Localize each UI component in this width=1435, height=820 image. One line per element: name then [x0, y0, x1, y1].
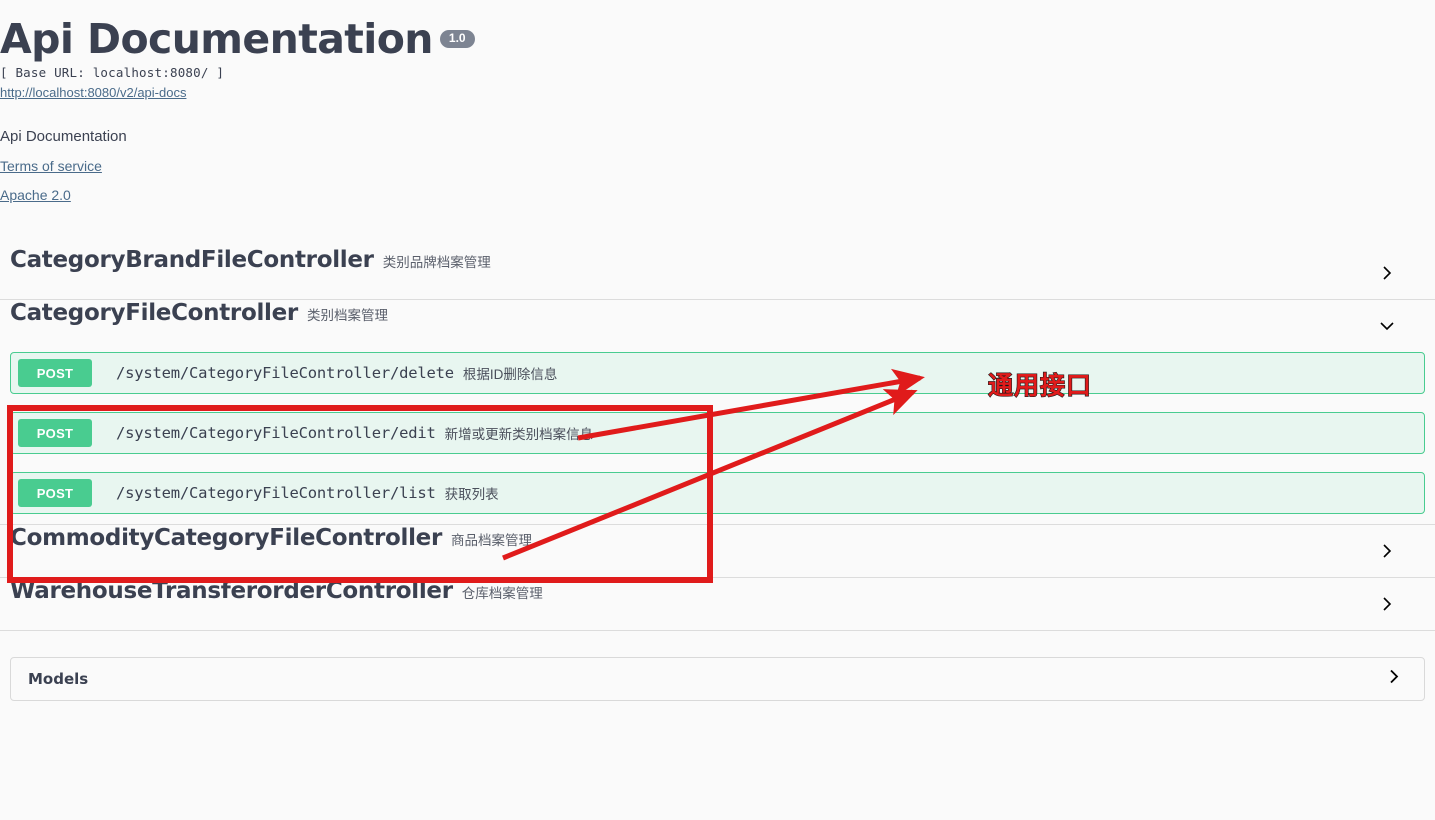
version-badge: 1.0	[439, 30, 475, 49]
operation-row-edit[interactable]: POST /system/CategoryFileController/edit…	[10, 412, 1425, 455]
controller-section: CategoryBrandFileController 类别品牌档案管理	[0, 247, 1435, 301]
base-url-text: [ Base URL: localhost:8080/ ]	[0, 65, 225, 81]
controller-name: WarehouseTransferorderController	[10, 578, 453, 605]
models-section: Models	[0, 631, 1435, 702]
operation-summary: 获取列表	[444, 487, 499, 503]
operation-row-delete[interactable]: POST /system/CategoryFileController/dele…	[10, 352, 1425, 395]
http-method-badge: POST	[18, 479, 92, 508]
controller-description: 类别品牌档案管理	[382, 255, 491, 271]
license-link[interactable]: Apache 2.0	[0, 187, 1435, 203]
controller-header-warehousetransferordercontroller[interactable]: WarehouseTransferorderController 仓库档案管理	[0, 578, 1435, 630]
controller-section: CommodityCategoryFileController 商品档案管理	[0, 525, 1435, 579]
terms-of-service-link[interactable]: Terms of service	[0, 158, 1435, 174]
http-method-badge: POST	[18, 359, 92, 388]
controller-list: CategoryBrandFileController 类别品牌档案管理 Cat…	[0, 247, 1435, 632]
controller-section: WarehouseTransferorderController 仓库档案管理	[0, 578, 1435, 632]
controller-header-commoditycategoryfilecontroller[interactable]: CommodityCategoryFileController 商品档案管理	[0, 525, 1435, 577]
operation-summary: 根据ID删除信息	[462, 367, 558, 383]
api-docs-link[interactable]: http://localhost:8080/v2/api-docs	[0, 85, 186, 100]
controller-header-categorybrandfilecontroller[interactable]: CategoryBrandFileController 类别品牌档案管理	[0, 247, 1435, 299]
controller-name: CategoryFileController	[10, 300, 298, 327]
swagger-ui-page: Api Documentation 1.0 [ Base URL: localh…	[0, 0, 1435, 820]
models-label: Models	[28, 670, 89, 689]
controller-section: CategoryFileController 类别档案管理 POST /syst…	[0, 300, 1435, 526]
title-row: Api Documentation 1.0	[0, 15, 1435, 63]
controller-description: 商品档案管理	[451, 533, 533, 549]
chevron-down-icon[interactable]	[1377, 316, 1397, 336]
operation-row-list[interactable]: POST /system/CategoryFileController/list…	[10, 472, 1425, 515]
chevron-right-icon[interactable]	[1377, 594, 1397, 614]
chevron-right-icon[interactable]	[1377, 263, 1397, 283]
controller-description: 仓库档案管理	[461, 586, 543, 602]
chevron-right-icon[interactable]	[1377, 541, 1397, 561]
controller-name: CommodityCategoryFileController	[10, 525, 443, 552]
operation-path: /system/CategoryFileController/edit	[116, 424, 436, 443]
chevron-right-icon[interactable]	[1384, 667, 1404, 692]
operation-list: POST /system/CategoryFileController/dele…	[0, 352, 1435, 524]
operation-path: /system/CategoryFileController/delete	[116, 364, 454, 383]
page-title: Api Documentation	[0, 15, 434, 63]
models-header[interactable]: Models	[10, 657, 1425, 702]
controller-description: 类别档案管理	[306, 308, 388, 324]
api-info-block: Api Documentation 1.0 [ Base URL: localh…	[0, 0, 1435, 203]
controller-name: CategoryBrandFileController	[10, 247, 374, 274]
api-description: Api Documentation	[0, 128, 127, 146]
http-method-badge: POST	[18, 419, 92, 448]
operation-summary: 新增或更新类别档案信息	[444, 427, 594, 443]
operation-path: /system/CategoryFileController/list	[116, 484, 436, 503]
controller-header-categoryfilecontroller[interactable]: CategoryFileController 类别档案管理	[0, 300, 1435, 352]
